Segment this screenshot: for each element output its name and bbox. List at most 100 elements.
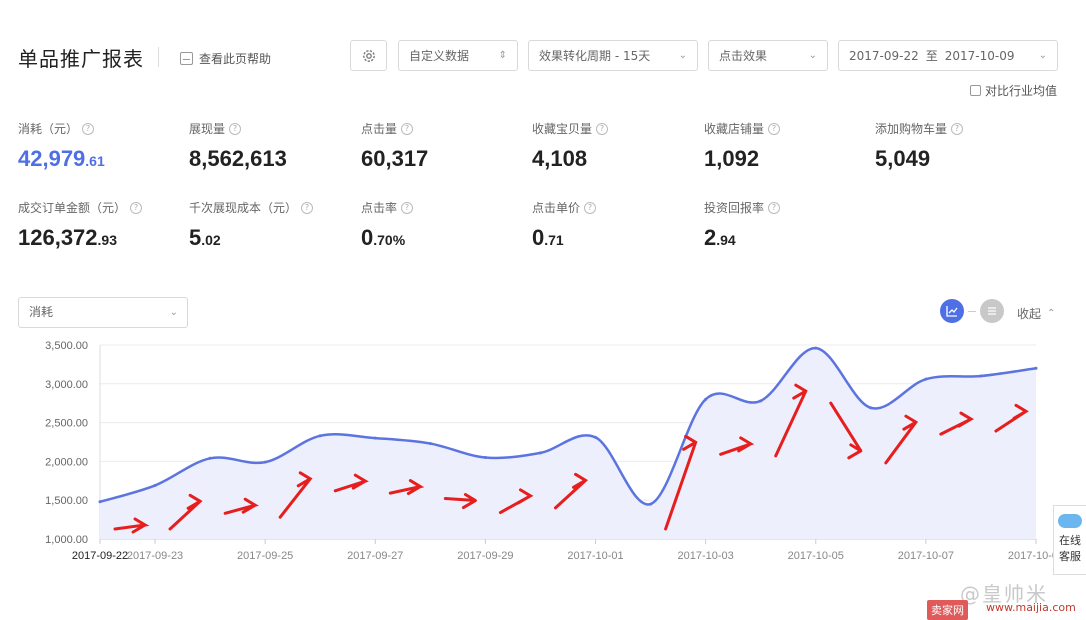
y-tick-label: 2,000.00 — [45, 456, 88, 468]
y-tick-label: 1,500.00 — [45, 495, 88, 507]
metric-value-int: 1,092 — [704, 146, 760, 171]
help-question-icon[interactable]: ? — [596, 122, 609, 135]
y-tick-label: 1,000.00 — [45, 534, 88, 546]
date-end: 2017-10-09 — [944, 48, 1015, 63]
service-label-line2: 客服 — [1059, 550, 1081, 563]
help-question-icon[interactable]: ? — [401, 122, 414, 135]
help-link[interactable]: 查看此页帮助 — [180, 50, 271, 67]
x-tick-label: 2017-10-03 — [678, 550, 734, 562]
metric-label-text: 成交订单金额（元） — [18, 201, 127, 215]
metric-value-dec: .94 — [716, 232, 736, 248]
list-icon — [988, 307, 996, 315]
help-question-icon[interactable]: ? — [301, 201, 314, 214]
data-point — [814, 346, 818, 350]
data-point — [594, 435, 598, 439]
metric-value-dec: .93 — [97, 232, 117, 248]
cloud-icon — [1058, 514, 1082, 528]
metric-label-text: 千次展现成本（元） — [189, 201, 298, 215]
x-tick-label: 2017-10-05 — [788, 550, 844, 562]
help-question-icon[interactable]: ? — [768, 122, 781, 135]
chevron-up-icon: ⌃ — [1047, 308, 1056, 319]
data-point — [704, 397, 708, 401]
data-point — [208, 456, 212, 460]
help-doc-icon — [180, 52, 193, 65]
metric-card: 收藏店铺量? 1,092 — [704, 120, 781, 172]
help-question-icon[interactable]: ? — [82, 122, 95, 135]
metric-label: 消耗（元）? — [18, 120, 105, 137]
metric-label-text: 点击单价 — [532, 201, 581, 215]
chevron-down-icon: ⌄ — [678, 50, 687, 61]
x-tick-label: 2017-09-29 — [457, 550, 513, 562]
metric-value-int: 5 — [189, 225, 202, 250]
x-tick-label: 2017-09-25 — [237, 550, 293, 562]
metric-label-text: 点击率 — [361, 201, 398, 215]
line-view-button[interactable] — [940, 299, 964, 323]
metric-card: 消耗（元）? 42,979.61 — [18, 120, 105, 172]
metric-card: 千次展现成本（元）? 5.02 — [189, 199, 314, 251]
title-divider — [158, 47, 159, 67]
effect-select-value: 点击效果 — [719, 49, 768, 63]
data-point — [538, 451, 542, 455]
data-point — [1034, 366, 1038, 370]
metric-card: 收藏宝贝量? 4,108 — [532, 120, 609, 172]
metric-label-text: 消耗（元） — [18, 122, 79, 136]
metric-value: 2.94 — [704, 225, 780, 251]
metric-card: 展现量? 8,562,613 — [189, 120, 287, 172]
y-tick-label: 3,000.00 — [45, 379, 88, 391]
custom-data-select[interactable]: 自定义数据 ⇕ — [398, 40, 518, 71]
collapse-toggle[interactable]: 收起 ⌃ — [1017, 305, 1055, 322]
service-label-line1: 在线 — [1059, 534, 1081, 547]
list-view-button[interactable] — [980, 299, 1004, 323]
period-select[interactable]: 效果转化周期 - 15天 ⌄ — [528, 40, 698, 71]
metric-value: 60,317 — [361, 146, 428, 172]
data-point — [924, 377, 928, 381]
metric-value-dec: .02 — [201, 232, 221, 248]
x-tick-label: 2017-10-07 — [898, 550, 954, 562]
collapse-label: 收起 — [1017, 307, 1042, 321]
date-range-picker[interactable]: 2017-09-22 至 2017-10-09 ⌄ — [838, 40, 1058, 71]
compare-industry-checkbox[interactable]: 对比行业均值 — [970, 82, 1057, 99]
settings-button[interactable] — [350, 40, 387, 71]
metric-value-dec: .70% — [373, 232, 406, 248]
chart-metric-select[interactable]: 消耗 ⌄ — [18, 297, 188, 328]
metric-value: 0.71 — [532, 225, 596, 251]
data-point — [318, 434, 322, 438]
metric-label: 收藏店铺量? — [704, 120, 781, 137]
metric-card: 成交订单金额（元）? 126,372.93 — [18, 199, 143, 251]
data-point — [428, 442, 432, 446]
chart-metric-value: 消耗 — [29, 305, 54, 319]
date-start: 2017-09-22 — [849, 48, 919, 63]
metric-label: 成交订单金额（元）? — [18, 199, 143, 216]
help-question-icon[interactable]: ? — [401, 201, 414, 214]
metric-value: 8,562,613 — [189, 146, 287, 172]
help-question-icon[interactable]: ? — [229, 122, 242, 135]
metric-value-dec: .61 — [85, 153, 105, 169]
data-point — [373, 436, 377, 440]
effect-select[interactable]: 点击效果 ⌄ — [708, 40, 828, 71]
metric-value-int: 126,372 — [18, 225, 98, 250]
y-tick-label: 2,500.00 — [45, 418, 88, 430]
online-service-widget[interactable]: 在线 客服 — [1053, 505, 1086, 575]
custom-data-select-value: 自定义数据 — [409, 49, 470, 63]
data-point — [759, 399, 763, 403]
metric-label-text: 点击量 — [361, 122, 398, 136]
metric-value-int: 4,108 — [532, 146, 588, 171]
metric-card: 点击单价? 0.71 — [532, 199, 597, 251]
watermark-url: www.maijia.com — [986, 601, 1076, 614]
metric-label-text: 添加购物车量 — [875, 122, 948, 136]
metric-label: 点击率? — [361, 199, 414, 216]
metric-label: 添加购物车量? — [875, 120, 964, 137]
metric-label: 投资回报率? — [704, 199, 781, 216]
x-tick-label: 2017-09-22 — [72, 550, 128, 562]
metric-value: 5.02 — [189, 225, 313, 251]
checkbox-box[interactable] — [970, 85, 981, 96]
help-question-icon[interactable]: ? — [130, 201, 143, 214]
metric-value: 4,108 — [532, 146, 608, 172]
line-chart-icon — [946, 306, 958, 317]
consumption-line-chart: 1,000.00 1,500.00 2,000.00 2,500.00 3,000.00… — [45, 340, 1064, 562]
help-question-icon[interactable]: ? — [768, 201, 781, 214]
help-question-icon[interactable]: ? — [584, 201, 597, 214]
help-question-icon[interactable]: ? — [951, 122, 964, 135]
data-point — [263, 460, 267, 464]
chevron-down-icon: ⌄ — [1038, 50, 1047, 61]
